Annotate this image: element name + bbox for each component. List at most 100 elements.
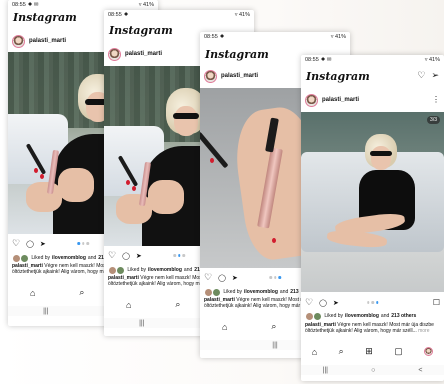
- carousel-dot: [177, 254, 181, 257]
- comment-icon[interactable]: ◯: [122, 252, 130, 260]
- bottom-nav: ⌂ ⌕ ⊞ ▢: [301, 345, 444, 358]
- avatar[interactable]: [204, 69, 217, 83]
- heart-icon[interactable]: ♡: [12, 238, 20, 249]
- carousel-dot: [371, 301, 374, 304]
- liked-by-row[interactable]: Liked by ilovemomblog and 213 others: [305, 312, 440, 320]
- post-username[interactable]: palasti_marti: [29, 38, 66, 44]
- status-icons: ✹: [219, 34, 225, 40]
- status-right: ▿ 41%: [424, 57, 440, 63]
- caption-more[interactable]: more: [418, 328, 429, 334]
- photo-nail: [34, 168, 38, 173]
- instagram-logo[interactable]: Instagram: [13, 11, 77, 24]
- post-actions: ♡ ◯ ➤ ☐: [305, 297, 440, 308]
- photo-hand: [58, 168, 94, 202]
- liker-avatar: [212, 288, 221, 296]
- heart-icon[interactable]: ♡: [204, 272, 212, 283]
- photo-face: [174, 106, 198, 136]
- liked-user[interactable]: ilovemomblog: [244, 289, 278, 295]
- photo-nail: [210, 158, 214, 163]
- bookmark-icon[interactable]: ☐: [433, 298, 440, 307]
- instagram-logo[interactable]: Instagram: [306, 70, 370, 83]
- carousel-dot: [86, 242, 89, 245]
- search-icon[interactable]: ⌕: [271, 321, 276, 332]
- add-icon[interactable]: ⊞: [365, 346, 373, 357]
- search-icon[interactable]: ⌕: [175, 299, 180, 310]
- status-right: ▿ 41%: [138, 2, 154, 8]
- post-username[interactable]: palasti_marti: [221, 73, 258, 79]
- caption-username[interactable]: palasti_marti: [108, 275, 139, 281]
- photo-hand: [148, 180, 184, 214]
- status-time: 08:55: [108, 12, 122, 18]
- photo-sunglasses: [370, 151, 392, 156]
- carousel-dots: [77, 242, 89, 245]
- caption-username[interactable]: palasti_marti: [12, 263, 43, 269]
- photo-nail: [132, 186, 136, 191]
- recent-apps-icon[interactable]: |||: [323, 367, 328, 374]
- liked-user[interactable]: ilovemomblog: [52, 255, 86, 261]
- send-icon[interactable]: ➤: [136, 252, 142, 260]
- caption-username[interactable]: palasti_marti: [305, 322, 336, 328]
- more-options-icon[interactable]: ⋮: [432, 96, 440, 104]
- heart-icon[interactable]: ♡: [108, 250, 116, 261]
- photo-face: [371, 146, 391, 170]
- avatar[interactable]: [12, 34, 25, 48]
- system-home-icon[interactable]: ○: [371, 367, 375, 374]
- post-username[interactable]: palasti_marti: [125, 51, 162, 57]
- avatar[interactable]: [305, 93, 318, 107]
- liked-user[interactable]: ilovemomblog: [345, 313, 379, 319]
- liked-prefix: Liked by: [31, 255, 51, 261]
- send-icon[interactable]: ➤: [40, 240, 46, 248]
- home-icon[interactable]: ⌂: [312, 347, 317, 357]
- liked-others[interactable]: 213 others: [391, 313, 416, 319]
- heart-icon[interactable]: ♡: [305, 297, 313, 308]
- photo-nail: [126, 180, 130, 185]
- shop-icon[interactable]: ▢: [394, 346, 403, 357]
- status-time: 08:55: [204, 34, 218, 40]
- recent-apps-icon[interactable]: |||: [272, 342, 277, 349]
- post-username[interactable]: palasti_marti: [322, 97, 359, 103]
- carousel-dot: [77, 242, 80, 245]
- carousel-dot: [366, 301, 370, 304]
- liked-prefix: Liked by: [127, 267, 147, 273]
- status-bar: 08:55 ✹ ✉ ▿ 41%: [12, 2, 154, 10]
- instagram-logo[interactable]: Instagram: [109, 24, 173, 37]
- carousel-dot: [269, 276, 272, 279]
- home-icon[interactable]: ⌂: [222, 322, 227, 332]
- carousel-dot: [375, 301, 379, 304]
- heart-icon[interactable]: ♡: [417, 70, 425, 81]
- avatar[interactable]: [108, 47, 121, 61]
- profile-avatar[interactable]: [424, 347, 434, 356]
- search-icon[interactable]: ⌕: [339, 346, 344, 357]
- carousel-dot: [81, 242, 85, 245]
- liker-avatar: [20, 254, 29, 262]
- search-icon[interactable]: ⌕: [79, 287, 84, 298]
- post-photo[interactable]: 3/3: [301, 112, 444, 292]
- messenger-icon[interactable]: ➢: [431, 70, 439, 81]
- send-icon[interactable]: ➤: [232, 274, 238, 282]
- liked-others[interactable]: 213: [290, 289, 298, 295]
- caption-username[interactable]: palasti_marti: [204, 297, 235, 303]
- status-bar: 08:55 ✹ ✉ ▿ 41%: [305, 57, 440, 65]
- carousel-dots: [269, 276, 281, 279]
- status-icons: ✹ ✉: [320, 57, 332, 63]
- back-icon[interactable]: <: [418, 367, 422, 374]
- recent-apps-icon[interactable]: |||: [43, 308, 48, 315]
- comment-icon[interactable]: ◯: [218, 274, 226, 282]
- recent-apps-icon[interactable]: |||: [139, 320, 144, 327]
- home-icon[interactable]: ⌂: [126, 300, 131, 310]
- liked-and: and: [87, 255, 97, 261]
- liker-avatar: [116, 266, 125, 274]
- status-icons: ✹: [123, 12, 129, 18]
- home-icon[interactable]: ⌂: [30, 288, 35, 298]
- status-right: ▿ 41%: [330, 34, 346, 40]
- send-icon[interactable]: ➤: [333, 299, 339, 307]
- liked-user[interactable]: ilovemomblog: [148, 267, 182, 273]
- carousel-dots: [173, 254, 185, 257]
- instagram-logo[interactable]: Instagram: [205, 48, 269, 61]
- liked-and: and: [183, 267, 193, 273]
- comment-icon[interactable]: ◯: [26, 240, 34, 248]
- comment-icon[interactable]: ◯: [319, 299, 327, 307]
- status-right: ▿ 41%: [234, 12, 250, 18]
- carousel-counter: 3/3: [427, 116, 440, 124]
- liked-and: and: [380, 313, 390, 319]
